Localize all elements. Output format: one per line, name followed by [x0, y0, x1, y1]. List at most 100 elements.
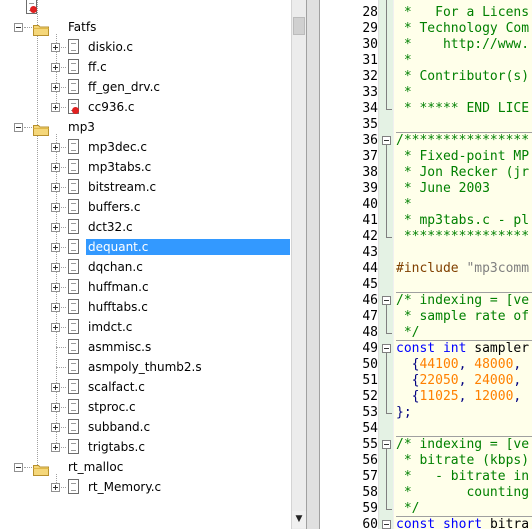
expand-toggle-icon[interactable]: [51, 223, 60, 232]
code-line[interactable]: *: [396, 197, 412, 213]
collapse-toggle-icon[interactable]: [14, 23, 23, 32]
code-line[interactable]: /* indexing = [ve: [396, 293, 529, 309]
tree-item-label: huffman.c: [88, 280, 149, 294]
code-line[interactable]: const short bitra: [396, 517, 529, 529]
line-number: 55: [362, 437, 378, 452]
tree-file-row[interactable]: rt_Memory.c: [0, 477, 291, 497]
tree-file-row[interactable]: dqchan.c: [0, 257, 291, 277]
tree-file-row[interactable]: imdct.c: [0, 317, 291, 337]
expand-toggle-icon[interactable]: [51, 43, 60, 52]
code-line[interactable]: * Contributor(s): [396, 69, 529, 85]
code-line[interactable]: * - bitrate in: [396, 469, 529, 485]
code-line[interactable]: *: [396, 85, 412, 101]
project-tree[interactable]: Fatfs diskio.c ff.c ff_gen_drv.c cc936.c mp3 m…: [0, 0, 291, 529]
tree-file-row[interactable]: huffman.c: [0, 277, 291, 297]
tree-file-row[interactable]: asmmisc.s: [0, 337, 291, 357]
expand-toggle-icon[interactable]: [51, 103, 60, 112]
expand-toggle-icon[interactable]: [51, 143, 60, 152]
tree-file-row[interactable]: diskio.c: [0, 37, 291, 57]
tree-vertical-scrollbar[interactable]: ▼: [291, 0, 306, 529]
fold-guide: [386, 305, 387, 333]
fold-toggle-icon[interactable]: [382, 296, 391, 305]
expand-toggle-icon[interactable]: [51, 263, 60, 272]
expand-toggle-icon[interactable]: [51, 63, 60, 72]
code-line[interactable]: * sample rate of: [396, 309, 529, 325]
fold-toggle-icon[interactable]: [382, 136, 391, 145]
expand-toggle-icon[interactable]: [51, 483, 60, 492]
expand-toggle-icon[interactable]: [51, 243, 60, 252]
expand-toggle-icon[interactable]: [51, 443, 60, 452]
tree-folder-row[interactable]: Fatfs: [0, 17, 291, 37]
tree-file-row[interactable]: stproc.c: [0, 397, 291, 417]
expand-toggle-icon[interactable]: [51, 163, 60, 172]
code-line[interactable]: /****************: [396, 133, 529, 149]
code-line[interactable]: * Technology Com: [396, 21, 529, 37]
tree-file-row[interactable]: hufftabs.c: [0, 297, 291, 317]
tree-file-row[interactable]: scalfact.c: [0, 377, 291, 397]
tree-file-row[interactable]: dct32.c: [0, 217, 291, 237]
line-number: 34: [362, 101, 378, 116]
expand-toggle-icon[interactable]: [51, 183, 60, 192]
code-line[interactable]: * counting: [396, 485, 529, 501]
tree-folder-row[interactable]: mp3: [0, 117, 291, 137]
code-line[interactable]: {11025, 12000,: [396, 389, 522, 405]
expand-toggle-icon[interactable]: [51, 403, 60, 412]
tree-file-row[interactable]: bitstream.c: [0, 177, 291, 197]
expand-toggle-icon[interactable]: [51, 203, 60, 212]
scroll-down-arrow-icon[interactable]: ▼: [292, 511, 306, 528]
tree-file-row[interactable]: ff_gen_drv.c: [0, 77, 291, 97]
tree-item-label: ff.c: [88, 60, 107, 74]
expand-toggle-icon[interactable]: [51, 423, 60, 432]
code-line[interactable]: * Fixed-point MP: [396, 149, 529, 165]
fold-margin[interactable]: [378, 0, 393, 529]
code-token: 48000: [474, 357, 514, 372]
code-line[interactable]: * June 2003: [396, 181, 490, 197]
code-line[interactable]: {44100, 48000,: [396, 357, 522, 373]
tree-file-row[interactable]: dequant.c: [0, 237, 291, 257]
code-line[interactable]: */: [396, 325, 420, 341]
code-line[interactable]: };: [396, 405, 412, 421]
code-token: short: [442, 517, 490, 529]
code-line[interactable]: * For a Licens: [396, 5, 529, 21]
tree-file-row[interactable]: mp3dec.c: [0, 137, 291, 157]
folder-icon: [33, 461, 49, 476]
fold-toggle-icon[interactable]: [382, 344, 391, 353]
code-line[interactable]: {22050, 24000,: [396, 373, 522, 389]
tree-file-row[interactable]: asmpoly_thumb2.s: [0, 357, 291, 377]
fold-toggle-icon[interactable]: [382, 520, 391, 529]
code-line[interactable]: * ***** END LICE: [396, 101, 529, 117]
fold-toggle-icon[interactable]: [382, 440, 391, 449]
code-token: * bitrate (kbps): [396, 453, 530, 468]
code-line[interactable]: /* indexing = [ve: [396, 437, 529, 453]
expand-toggle-icon[interactable]: [51, 83, 60, 92]
code-line[interactable]: * mp3tabs.c - pl: [396, 213, 529, 229]
code-line[interactable]: ****************: [396, 229, 529, 245]
expand-toggle-icon[interactable]: [51, 383, 60, 392]
line-number: 29: [362, 21, 378, 36]
code-line[interactable]: * http://www.: [396, 37, 529, 53]
tree-folder-row[interactable]: rt_malloc: [0, 457, 291, 477]
expand-toggle-icon[interactable]: [51, 323, 60, 332]
tree-item-label: stproc.c: [88, 400, 136, 414]
expand-toggle-icon[interactable]: [51, 303, 60, 312]
tree-guide-line: [61, 327, 66, 329]
code-line[interactable]: */: [396, 501, 420, 517]
tree-folder-row[interactable]: [0, 0, 291, 17]
tree-file-row[interactable]: trigtabs.c: [0, 437, 291, 457]
code-editor[interactable]: 28 29 30 31 32 33 34 35 36 37 38 39 40 41 42 43 44 45 46 47…: [320, 0, 532, 529]
tree-file-row[interactable]: buffers.c: [0, 197, 291, 217]
tree-file-row[interactable]: mp3tabs.c: [0, 157, 291, 177]
code-line[interactable]: *: [396, 53, 412, 69]
code-line[interactable]: * bitrate (kbps): [396, 453, 529, 469]
collapse-toggle-icon[interactable]: [14, 123, 23, 132]
tree-file-row[interactable]: subband.c: [0, 417, 291, 437]
expand-toggle-icon[interactable]: [51, 283, 60, 292]
collapse-toggle-icon[interactable]: [14, 463, 23, 472]
tree-file-row[interactable]: ff.c: [0, 57, 291, 77]
pane-splitter[interactable]: [306, 0, 320, 529]
code-line[interactable]: const int sampler: [396, 341, 529, 357]
code-line[interactable]: * Jon Recker (jr: [396, 165, 529, 181]
tree-file-row[interactable]: cc936.c: [0, 97, 291, 117]
code-line[interactable]: #include "mp3comm: [396, 261, 529, 277]
scrollbar-thumb[interactable]: [293, 17, 305, 35]
